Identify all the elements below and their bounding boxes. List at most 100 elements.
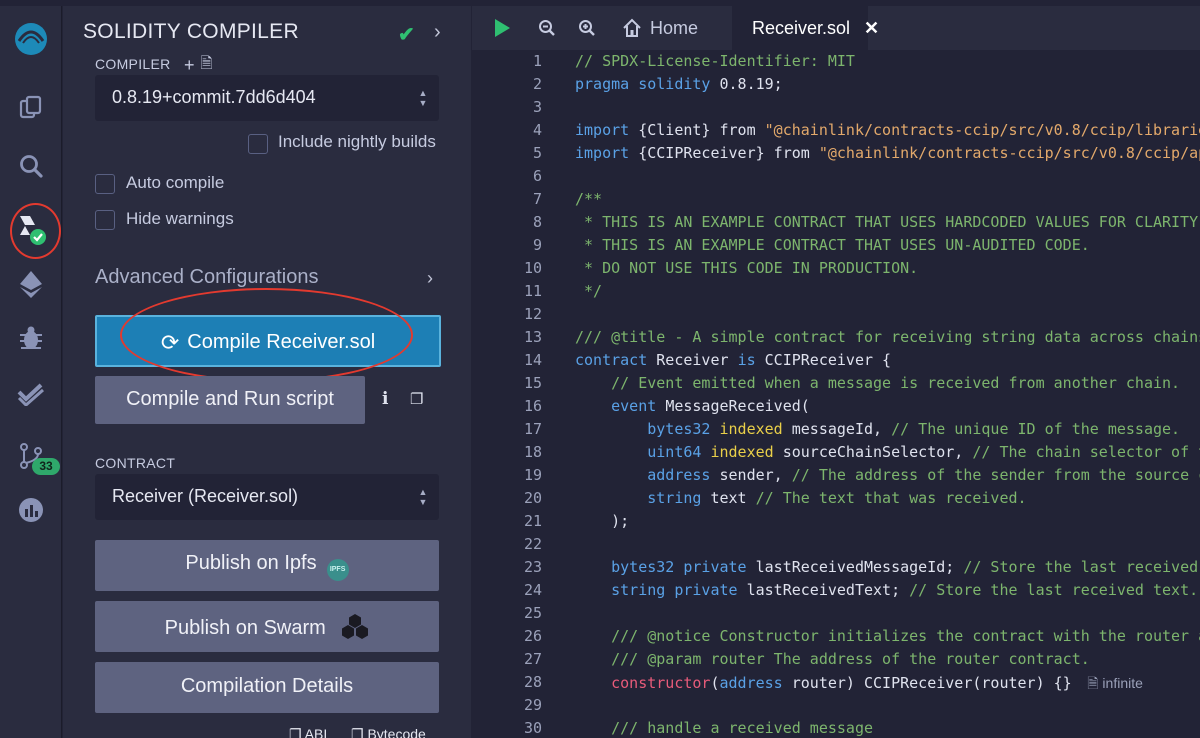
contract-select[interactable]: Receiver (Receiver.sol) ▲ ▼ bbox=[95, 474, 439, 520]
abi-label: ABI bbox=[304, 726, 328, 738]
code-line[interactable]: 12 bbox=[472, 305, 1200, 328]
code-line[interactable]: 8 * THIS IS AN EXAMPLE CONTRACT THAT USE… bbox=[472, 213, 1200, 236]
zoom-out-icon[interactable] bbox=[538, 6, 556, 50]
publish-ipfs-label: Publish on Ipfs bbox=[185, 552, 317, 574]
include-nightly-checkbox[interactable] bbox=[248, 134, 268, 154]
code-line[interactable]: 13 /// @title - A simple contract for rec… bbox=[472, 328, 1200, 351]
close-icon[interactable]: ✕ bbox=[864, 18, 879, 39]
compilation-details-button[interactable]: Compilation Details bbox=[95, 662, 439, 713]
code-line[interactable]: 15 // Event emitted when a message is re… bbox=[472, 374, 1200, 397]
tab-receiver-sol[interactable]: Receiver.sol ✕ bbox=[732, 6, 879, 50]
code-line[interactable]: 19 address sender, // The address of the… bbox=[472, 466, 1200, 489]
panel-title: SOLIDITY COMPILER bbox=[83, 20, 299, 43]
search-icon[interactable] bbox=[0, 144, 62, 188]
chevron-right-icon[interactable]: › bbox=[427, 268, 433, 289]
plugin-icon[interactable] bbox=[0, 488, 62, 532]
line-number: 11 bbox=[523, 282, 542, 300]
line-number: 4 bbox=[532, 121, 542, 139]
code-text: string text // The text that was receive… bbox=[575, 489, 1027, 507]
code-text: /// @title - A simple contract for recei… bbox=[575, 328, 1200, 346]
code-text: constructor(address router) CCIPReceiver… bbox=[575, 674, 1143, 692]
code-line[interactable]: 14 contract Receiver is CCIPReceiver { bbox=[472, 351, 1200, 374]
code-line[interactable]: 11 */ bbox=[472, 282, 1200, 305]
code-line[interactable]: 28 constructor(address router) CCIPRecei… bbox=[472, 673, 1200, 696]
code-line[interactable]: 18 uint64 indexed sourceChainSelector, /… bbox=[472, 443, 1200, 466]
line-number: 9 bbox=[532, 236, 542, 254]
chevron-right-icon[interactable]: › bbox=[434, 21, 441, 44]
compile-run-script-button[interactable]: Compile and Run script bbox=[95, 376, 365, 424]
line-number: 30 bbox=[523, 719, 542, 737]
code-line[interactable]: 25 bbox=[472, 604, 1200, 627]
code-text: bytes32 indexed messageId, // The unique… bbox=[575, 420, 1181, 438]
line-number: 29 bbox=[523, 696, 542, 714]
line-number: 6 bbox=[532, 167, 542, 185]
code-line[interactable]: 3 bbox=[472, 98, 1200, 121]
tab-home[interactable]: Home bbox=[622, 6, 698, 50]
testing-icon[interactable] bbox=[0, 372, 62, 416]
code-line[interactable]: 26 /// @notice Constructor initializes t… bbox=[472, 627, 1200, 650]
code-text: * THIS IS AN EXAMPLE CONTRACT THAT USES … bbox=[575, 213, 1200, 231]
code-line[interactable]: 29 bbox=[472, 696, 1200, 719]
code-text: /// @notice Constructor initializes the … bbox=[611, 627, 1200, 645]
zoom-in-icon[interactable] bbox=[578, 6, 596, 50]
code-text: */ bbox=[575, 282, 603, 300]
code-line[interactable]: 22 bbox=[472, 535, 1200, 558]
code-line[interactable]: 6 bbox=[472, 167, 1200, 190]
copy-icon[interactable]: ❐ bbox=[410, 390, 423, 408]
add-compiler-icon[interactable]: + bbox=[184, 55, 195, 76]
run-icon[interactable] bbox=[492, 6, 512, 50]
auto-compile-checkbox[interactable] bbox=[95, 174, 115, 194]
code-text: import {Client} from "@chainlink/contrac… bbox=[575, 121, 1200, 139]
code-line[interactable]: 4 import {Client} from "@chainlink/contra… bbox=[472, 121, 1200, 144]
contract-value: Receiver (Receiver.sol) bbox=[112, 486, 299, 506]
code-text: /// @param router The address of the rou… bbox=[575, 650, 1090, 668]
code-line[interactable]: 17 bytes32 indexed messageId, // The uni… bbox=[472, 420, 1200, 443]
line-number: 2 bbox=[532, 75, 542, 93]
line-number: 19 bbox=[523, 466, 542, 484]
code-text: string private lastReceivedText; // Stor… bbox=[575, 581, 1199, 599]
code-line[interactable]: 23 bytes32 private lastReceivedMessageId… bbox=[472, 558, 1200, 581]
code-text: event MessageReceived( bbox=[575, 397, 810, 415]
code-line[interactable]: 27 /// @param router The address of the … bbox=[472, 650, 1200, 673]
home-icon bbox=[623, 18, 641, 37]
code-line[interactable]: 2 pragma solidity 0.8.19; bbox=[472, 75, 1200, 98]
code-line[interactable]: 30 /// handle a received message bbox=[472, 719, 1200, 738]
line-number: 12 bbox=[523, 305, 542, 323]
line-number: 26 bbox=[523, 627, 542, 645]
publish-ipfs-button[interactable]: Publish on Ipfs IPFS bbox=[95, 540, 439, 591]
info-icon[interactable]: i bbox=[382, 389, 388, 409]
line-number: 15 bbox=[523, 374, 542, 392]
code-line[interactable]: 5 import {CCIPReceiver} from "@chainlink/… bbox=[472, 144, 1200, 167]
deploy-run-icon[interactable] bbox=[0, 262, 62, 306]
compiler-version-select[interactable]: 0.8.19+commit.7dd6d404 ▲ ▼ bbox=[95, 75, 439, 121]
line-number: 22 bbox=[523, 535, 542, 553]
code-line[interactable]: 24 string private lastReceivedText; // S… bbox=[472, 581, 1200, 604]
code-text: ); bbox=[575, 512, 630, 530]
home-tab-label: Home bbox=[650, 17, 699, 38]
line-number: 3 bbox=[532, 98, 542, 116]
file-explorer-icon[interactable] bbox=[0, 86, 62, 130]
line-number: 28 bbox=[523, 673, 542, 691]
active-tab-label: Receiver.sol bbox=[752, 17, 851, 38]
code-line[interactable]: 10 * DO NOT USE THIS CODE IN PRODUCTION. bbox=[472, 259, 1200, 282]
code-line[interactable]: 7 /** bbox=[472, 190, 1200, 213]
advanced-configurations-toggle[interactable]: Advanced Configurations bbox=[95, 266, 318, 289]
editor-toolbar: Home Receiver.sol ✕ bbox=[472, 6, 1200, 50]
code-line[interactable]: 20 string text // The text that was rece… bbox=[472, 489, 1200, 512]
line-number: 16 bbox=[523, 397, 542, 415]
include-nightly-label: Include nightly builds bbox=[278, 132, 436, 151]
code-line[interactable]: 21 ); bbox=[472, 512, 1200, 535]
remix-logo-icon[interactable] bbox=[0, 12, 62, 66]
debugger-icon[interactable] bbox=[0, 316, 62, 360]
abi-copy-link[interactable]: ❐ ABI bbox=[289, 726, 327, 738]
bytecode-label: Bytecode bbox=[367, 726, 426, 738]
code-text: address sender, // The address of the se… bbox=[575, 466, 1200, 484]
compiler-highlight-circle bbox=[10, 203, 61, 259]
code-line[interactable]: 9 * THIS IS AN EXAMPLE CONTRACT THAT USE… bbox=[472, 236, 1200, 259]
line-number: 18 bbox=[523, 443, 542, 461]
hide-warnings-checkbox[interactable] bbox=[95, 210, 115, 230]
bytecode-copy-link[interactable]: ❐ Bytecode bbox=[351, 726, 426, 738]
publish-swarm-button[interactable]: Publish on Swarm bbox=[95, 601, 439, 652]
code-line[interactable]: 1 // SPDX-License-Identifier: MIT bbox=[472, 52, 1200, 75]
code-line[interactable]: 16 event MessageReceived( bbox=[472, 397, 1200, 420]
